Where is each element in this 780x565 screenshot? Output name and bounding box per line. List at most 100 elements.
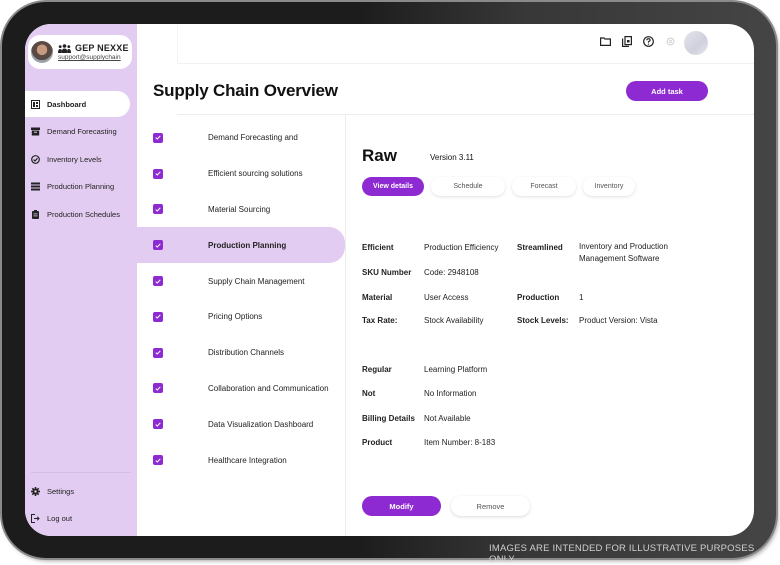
field-label-efficient: Efficient (362, 243, 394, 252)
sidebar-item-label: Production Schedules (47, 209, 120, 219)
tab-view-details[interactable]: View details (362, 177, 424, 196)
field-value-not: No Information (424, 389, 477, 398)
tab-schedule[interactable]: Schedule (431, 177, 505, 196)
list-item-label: Collaboration and Communication (208, 383, 329, 393)
list-item[interactable]: Collaboration and Communication (137, 371, 345, 407)
top-bar (177, 24, 754, 64)
documents-icon[interactable] (622, 36, 632, 47)
checkbox[interactable] (153, 455, 163, 466)
field-label-regular: Regular (362, 365, 392, 374)
list-item-label: Production Planning (208, 240, 287, 250)
field-value-tax-rate: Stock Availability (424, 316, 484, 325)
profile-card[interactable]: GEP NEXXE support@supplychain (28, 35, 132, 69)
header-divider (177, 114, 754, 115)
checkbox[interactable] (153, 132, 163, 143)
checkbox[interactable] (153, 383, 163, 394)
sidebar-item-inventory-levels[interactable]: Inventory Levels (25, 146, 137, 172)
app-screen: GEP NEXXE support@supplychain Dashboard … (25, 24, 754, 536)
field-label-material: Material (362, 293, 393, 302)
tab-inventory[interactable]: Inventory (583, 177, 635, 196)
list-item[interactable]: Material Sourcing (137, 192, 345, 228)
sidebar-item-settings[interactable]: Settings (25, 478, 137, 504)
clipboard-icon (32, 209, 39, 219)
sidebar-item-label: Log out (47, 514, 73, 523)
sidebar-item-dashboard[interactable]: Dashboard (25, 91, 130, 117)
avatar (31, 41, 53, 63)
field-value-production: 1 (579, 293, 584, 302)
list-item-label: Distribution Channels (208, 348, 285, 358)
archive-icon (31, 127, 40, 136)
list-item[interactable]: Efficient sourcing solutions (137, 156, 345, 192)
list-item-selected[interactable]: Production Planning (137, 227, 345, 264)
list-item[interactable]: Pricing Options (137, 299, 345, 335)
checkbox[interactable] (153, 168, 163, 179)
field-value-product: Item Number: 8-183 (424, 438, 496, 447)
list-item-label: Supply Chain Management (208, 276, 305, 286)
panel-divider (345, 115, 346, 536)
support-email-link[interactable]: support@supplychain (58, 54, 129, 61)
list-item[interactable]: Distribution Channels (137, 335, 345, 371)
field-label-streamlined: Streamlined (517, 243, 563, 252)
field-label-stock-levels: Stock Levels: (517, 316, 569, 325)
field-value-billing: Not Available (424, 414, 471, 423)
task-list: Demand Forecasting and Efficient sourcin… (137, 120, 345, 478)
field-label-not: Not (362, 389, 376, 398)
detail-tabs: View details Schedule Forecast Inventory (362, 177, 635, 196)
checkbox[interactable] (153, 347, 163, 358)
detail-title: Raw (362, 146, 397, 165)
dashboard-icon (31, 99, 40, 109)
check-icon (155, 314, 161, 320)
field-label-tax-rate: Tax Rate: (362, 316, 398, 325)
field-value-regular: Learning Platform (424, 365, 488, 374)
check-icon (155, 386, 161, 391)
remove-button[interactable]: Remove (451, 496, 530, 516)
sidebar-item-label: Demand Forecasting (47, 127, 117, 136)
folder-icon[interactable] (600, 37, 611, 46)
sidebar-item-label: Inventory Levels (47, 154, 102, 164)
list-item-label: Efficient sourcing solutions (208, 169, 303, 179)
sidebar-nav: Dashboard Demand Forecasting Inventory L… (25, 91, 137, 229)
add-task-button[interactable]: Add task (626, 81, 708, 101)
list-item[interactable]: Demand Forecasting and (137, 120, 345, 156)
list-item-label: Material Sourcing (208, 204, 271, 214)
sidebar-bottom-nav: Settings Log out (25, 478, 137, 533)
list-item[interactable]: Supply Chain Management (137, 263, 345, 299)
settings-icon[interactable] (665, 36, 676, 47)
checkbox[interactable] (153, 419, 163, 430)
list-item-label: Healthcare Integration (208, 455, 287, 465)
brand-name: GEP NEXXE (75, 43, 129, 53)
sidebar-item-production-schedules[interactable]: Production Schedules (25, 201, 137, 227)
sidebar-divider (31, 472, 131, 473)
list-item-label: Pricing Options (208, 312, 263, 322)
sidebar-item-demand-forecasting[interactable]: Demand Forecasting (25, 119, 137, 145)
check-icon (155, 207, 161, 212)
checkbox[interactable] (153, 240, 163, 251)
check-icon (155, 171, 161, 176)
field-value-material: User Access (424, 293, 469, 302)
field-label-production: Production (517, 293, 560, 302)
list-icon (31, 182, 40, 191)
logout-icon (31, 514, 40, 523)
checkbox[interactable] (153, 204, 163, 215)
detail-actions: Modify Remove (362, 496, 530, 516)
checkbox[interactable] (153, 311, 163, 322)
page-title: Supply Chain Overview (153, 81, 338, 100)
field-value-streamlined: Inventory and Production Management Soft… (579, 242, 668, 263)
tab-forecast[interactable]: Forecast (512, 177, 576, 196)
sidebar: GEP NEXXE support@supplychain Dashboard … (25, 24, 137, 536)
check-icon (155, 458, 161, 463)
modify-button[interactable]: Modify (362, 496, 441, 516)
sidebar-item-label: Dashboard (47, 99, 87, 109)
list-item[interactable]: Healthcare Integration (137, 442, 345, 478)
logout-button[interactable]: Log out (25, 506, 137, 532)
field-label-product: Product (362, 438, 393, 447)
sidebar-item-production-planning[interactable]: Production Planning (25, 174, 137, 200)
field-value-sku: Code: 2948108 (424, 268, 479, 277)
profile-avatar[interactable] (684, 31, 708, 55)
help-icon[interactable] (643, 36, 654, 47)
check-icon (155, 350, 161, 355)
list-item[interactable]: Data Visualization Dashboard (137, 406, 345, 442)
checkbox[interactable] (153, 276, 163, 287)
list-item-label: Demand Forecasting and (208, 133, 298, 143)
check-icon (155, 135, 161, 141)
